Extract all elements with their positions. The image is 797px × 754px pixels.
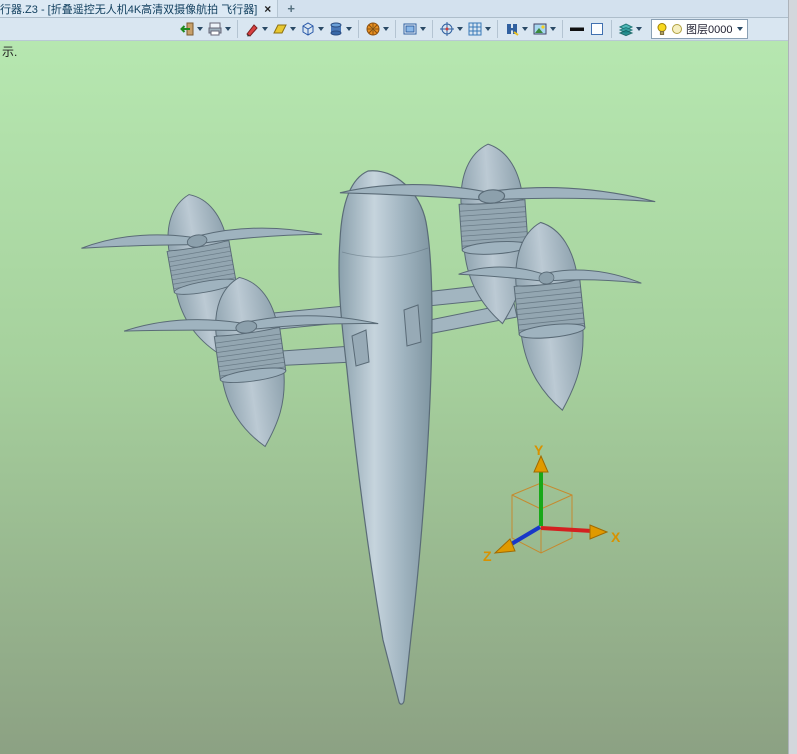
layer-dropdown-value: 图层0000 (686, 24, 733, 36)
face-color-icon (591, 23, 603, 35)
viewport-3d[interactable]: 示. Y X Z (0, 41, 797, 754)
chevron-down-icon[interactable] (318, 27, 324, 31)
axis-label-x: X (611, 529, 621, 545)
axis-label-y: Y (534, 442, 544, 458)
toolbar-separator (432, 20, 433, 38)
chevron-down-icon[interactable] (522, 27, 528, 31)
document-tab-title: 行器.Z3 - [折叠遥控无人机4K高清双摄像航拍 飞行器] (0, 3, 258, 16)
target-icon (440, 22, 454, 36)
layer-color-swatch-icon (672, 24, 682, 34)
color-wheel-icon (366, 22, 380, 36)
layer-dropdown[interactable]: 图层0000 (651, 19, 749, 39)
toolbar-separator (395, 20, 396, 38)
render-image-button[interactable] (531, 18, 557, 40)
exit-icon (180, 22, 194, 36)
axis-label-z: Z (483, 548, 492, 564)
chevron-down-icon[interactable] (290, 27, 296, 31)
line-width-icon (570, 27, 584, 31)
pen-icon (246, 24, 258, 37)
chevron-down-icon[interactable] (550, 27, 556, 31)
chevron-down-icon[interactable] (485, 27, 491, 31)
shaded-view-button[interactable] (327, 18, 353, 40)
prompt-text: 示. (2, 45, 18, 59)
chevron-down-icon[interactable] (636, 27, 642, 31)
face-color-button[interactable] (588, 18, 606, 40)
tab-close-button[interactable]: × (264, 3, 271, 15)
target-button[interactable] (438, 18, 464, 40)
layers-icon (618, 23, 634, 37)
chevron-down-icon[interactable] (346, 27, 352, 31)
print-icon (208, 22, 222, 36)
chevron-down-icon[interactable] (457, 27, 463, 31)
layers-button[interactable] (617, 18, 643, 40)
exit-button[interactable] (178, 18, 204, 40)
chevron-down-icon[interactable] (262, 27, 268, 31)
wireframe-view-button[interactable] (299, 18, 325, 40)
toolbar-separator (358, 20, 359, 38)
toolbar-separator (237, 20, 238, 38)
pen-style-button[interactable] (243, 18, 269, 40)
chevron-down-icon[interactable] (197, 27, 203, 31)
grid-button[interactable] (466, 18, 492, 40)
hatch-icon (507, 24, 519, 36)
grid-icon (468, 22, 482, 36)
display-mode-button[interactable] (401, 18, 427, 40)
toolbar-separator (562, 20, 563, 38)
toolbar: 图层0000 (0, 18, 797, 41)
chevron-down-icon[interactable] (225, 27, 231, 31)
document-tab[interactable]: 行器.Z3 - [折叠遥控无人机4K高清双摄像航拍 飞行器] × (0, 0, 279, 17)
window-right-edge (788, 0, 797, 754)
bulb-icon (657, 23, 667, 35)
line-width-button[interactable] (568, 18, 586, 40)
chevron-down-icon[interactable] (383, 27, 389, 31)
sketch-plane-icon (273, 24, 287, 34)
sketch-plane-button[interactable] (271, 18, 297, 40)
chevron-down-icon[interactable] (737, 27, 744, 31)
toolbar-separator (497, 20, 498, 38)
tab-bar: 行器.Z3 - [折叠遥控无人机4K高清双摄像航拍 飞行器] × + (0, 0, 797, 18)
hatch-button[interactable] (503, 18, 529, 40)
solid-view-icon (330, 22, 342, 36)
color-wheel-button[interactable] (364, 18, 390, 40)
print-button[interactable] (206, 18, 232, 40)
render-image-icon (533, 23, 547, 35)
toolbar-separator (611, 20, 612, 38)
wireframe-cube-icon (302, 22, 314, 36)
display-mode-icon (403, 23, 417, 35)
axis-triad: Y X Z (483, 442, 621, 564)
new-tab-button[interactable]: + (278, 1, 304, 16)
chevron-down-icon[interactable] (420, 27, 426, 31)
